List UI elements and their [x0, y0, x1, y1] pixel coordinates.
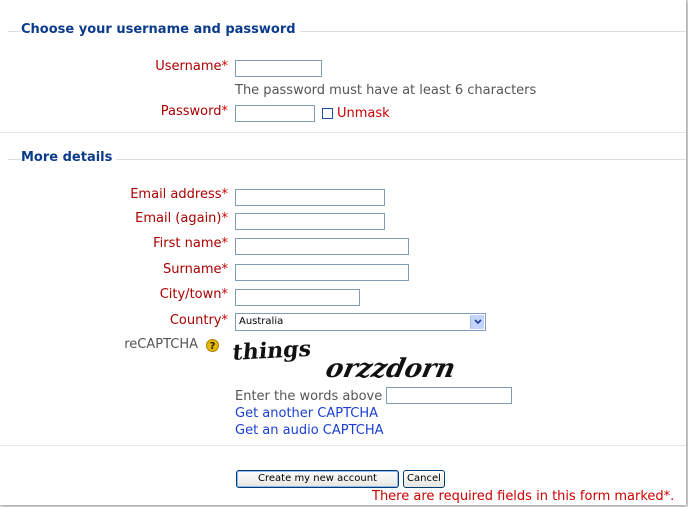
- captcha-image: things orzzdorn: [233, 337, 458, 383]
- signup-form: Choose your username and password Userna…: [0, 0, 686, 505]
- email-label-text: Email address: [130, 187, 222, 202]
- create-account-button[interactable]: Create my new account: [236, 470, 399, 488]
- required-mark: *: [221, 236, 229, 251]
- get-another-captcha-link[interactable]: Get another CAPTCHA: [235, 406, 378, 421]
- required-mark: *: [221, 313, 229, 328]
- required-mark: *: [221, 187, 229, 202]
- actions-separator: [0, 445, 686, 446]
- country-select-value: Australia: [239, 316, 284, 327]
- required-mark: *: [221, 104, 229, 119]
- country-label: Country*: [8, 313, 228, 328]
- email-again-input[interactable]: [235, 213, 385, 230]
- username-label-text: Username: [155, 59, 222, 74]
- chevron-down-icon[interactable]: [470, 315, 484, 329]
- country-select[interactable]: Australia: [235, 313, 486, 331]
- email-label: Email address*: [8, 187, 228, 202]
- email-input[interactable]: [235, 189, 385, 206]
- surname-label-text: Surname: [163, 262, 222, 277]
- captcha-input[interactable]: [386, 387, 512, 404]
- cancel-button[interactable]: Cancel: [403, 470, 445, 488]
- surname-label: Surname*: [8, 262, 228, 277]
- username-input[interactable]: [235, 60, 322, 77]
- captcha-prompt: Enter the words above: [235, 389, 383, 404]
- section-legend-credentials: Choose your username and password: [21, 22, 300, 37]
- required-mark: *: [221, 262, 229, 277]
- unmask-label: Unmask: [337, 106, 390, 121]
- unmask-toggle[interactable]: Unmask: [322, 106, 390, 121]
- required-mark: *: [221, 287, 229, 302]
- password-label-text: Password: [160, 104, 222, 119]
- captcha-word-2: orzzdorn: [323, 353, 458, 383]
- required-mark: *: [221, 211, 229, 226]
- section-legend-details: More details: [21, 150, 117, 165]
- required-mark: *: [221, 59, 229, 74]
- country-label-text: Country: [169, 313, 222, 328]
- email-again-label: Email (again)*: [8, 211, 228, 226]
- section-separator: [0, 132, 686, 133]
- username-label: Username*: [8, 59, 228, 74]
- surname-input[interactable]: [235, 264, 409, 281]
- firstname-label-text: First name: [153, 236, 222, 251]
- firstname-input[interactable]: [235, 238, 409, 255]
- email-again-label-text: Email (again): [135, 211, 222, 226]
- city-label: City/town*: [8, 287, 228, 302]
- password-hint: The password must have at least 6 charac…: [235, 83, 537, 98]
- help-icon[interactable]: ?: [206, 339, 219, 352]
- captcha-word-1: things: [233, 337, 312, 366]
- recaptcha-label: reCAPTCHA: [124, 337, 198, 352]
- required-fields-note: There are required fields in this form m…: [372, 489, 675, 504]
- get-audio-captcha-link[interactable]: Get an audio CAPTCHA: [235, 423, 384, 438]
- firstname-label: First name*: [8, 236, 228, 251]
- unmask-checkbox[interactable]: [322, 108, 333, 119]
- city-label-text: City/town: [159, 287, 222, 302]
- password-label: Password*: [8, 104, 228, 119]
- password-input[interactable]: [235, 105, 315, 122]
- city-input[interactable]: [235, 289, 360, 306]
